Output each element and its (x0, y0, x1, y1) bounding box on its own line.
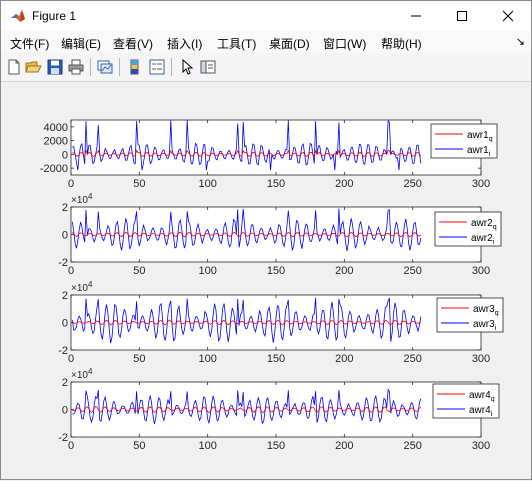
x-tick-label: 200 (335, 178, 353, 190)
x-tick-label: 250 (403, 353, 421, 365)
title-bar[interactable]: Figure 1 (1, 1, 531, 31)
y-tick-label: 2 (62, 202, 68, 214)
x-tick-label: 250 (403, 178, 421, 190)
y-exponent-power: 4 (88, 367, 93, 376)
x-tick-label: 0 (68, 265, 74, 277)
menu-window[interactable]: 窗口(W) (323, 35, 366, 52)
y-exponent-power: 4 (88, 280, 93, 289)
property-inspector-icon[interactable] (199, 58, 217, 76)
menu-desktop[interactable]: 桌面(D) (269, 35, 310, 52)
menu-file[interactable]: 文件(F) (10, 35, 49, 52)
close-icon (502, 10, 514, 22)
x-tick-label: 50 (133, 178, 145, 190)
x-tick-label: 0 (68, 353, 74, 365)
x-tick-label: 50 (133, 440, 145, 452)
minimize-icon (411, 15, 421, 17)
menu-edit[interactable]: 编辑(E) (61, 35, 101, 52)
legend-label-subscript: q (495, 310, 499, 317)
y-tick-label: -2 (58, 432, 68, 444)
y-exponent-label: ×104 (71, 280, 93, 294)
subplot-3: 0 50 100 150 200 250 300-202×104awr3qawr3i (58, 280, 504, 365)
x-tick-label: 300 (472, 440, 490, 452)
new-figure-icon[interactable] (5, 58, 23, 76)
legend: awr4qawr4i (432, 383, 500, 419)
x-tick-label: 250 (403, 265, 421, 277)
legend-label-subscript: q (491, 396, 495, 403)
y-exponent-label: ×104 (71, 192, 93, 206)
maximize-button[interactable] (439, 1, 485, 31)
y-tick-label: 2 (62, 290, 68, 302)
y-tick-label: -2 (58, 345, 68, 357)
menu-help[interactable]: 帮助(H) (381, 35, 422, 52)
subplot-4: 0 50 100 150 200 250 300-202×104awr4qawr4i (58, 367, 500, 452)
legend-label-subscript: q (489, 136, 493, 143)
legend: awr2qawr2i (434, 211, 502, 247)
menu-bar: 文件(F) 编辑(E) 查看(V) 插入(I) 工具(T) 桌面(D) 窗口(W… (1, 31, 531, 53)
dock-arrow-icon[interactable]: ↘ (516, 35, 525, 48)
maximize-icon (457, 11, 467, 21)
toolbar (1, 53, 531, 82)
print-icon[interactable] (67, 58, 85, 76)
x-tick-label: 100 (198, 353, 216, 365)
link-plot-icon[interactable] (96, 58, 114, 76)
x-tick-label: 0 (68, 178, 74, 190)
figure-window: Figure 1 文件(F) 编辑(E) 查看(V) 插入(I) 工具(T) 桌… (0, 0, 532, 480)
x-tick-label: 0 (68, 440, 74, 452)
toolbar-separator (90, 58, 91, 76)
y-tick-label: 4000 (44, 122, 68, 134)
insert-legend-icon[interactable] (148, 58, 166, 76)
y-exponent-power: 4 (88, 192, 93, 201)
x-tick-label: 50 (133, 265, 145, 277)
y-tick-label: 0 (62, 230, 68, 242)
y-exponent-label: ×104 (71, 367, 93, 381)
y-tick-label: -2 (58, 257, 68, 269)
save-icon[interactable] (46, 58, 64, 76)
x-tick-label: 200 (335, 353, 353, 365)
x-tick-label: 100 (198, 178, 216, 190)
matlab-logo-icon (11, 10, 25, 22)
open-folder-icon[interactable] (25, 58, 43, 76)
axes-box (70, 119, 482, 176)
y-tick-label: 0 (62, 405, 68, 417)
menu-tools[interactable]: 工具(T) (217, 35, 256, 52)
subplot-1: 0 50 100 150 200 250 300-2000020004000awr1qawr… (40, 119, 498, 190)
legend: awr1qawr1i (430, 123, 498, 159)
x-tick-label: 300 (472, 178, 490, 190)
y-tick-label: 0 (62, 318, 68, 330)
x-tick-label: 100 (198, 440, 216, 452)
legend-label-subscript: q (493, 224, 497, 231)
x-tick-label: 150 (267, 440, 285, 452)
toolbar-separator (119, 58, 120, 76)
figure-canvas[interactable]: 0 50 100 150 200 250 300 -2000 0 2000 4000 awr1q awr… (3, 82, 529, 478)
x-tick-label: 300 (472, 265, 490, 277)
x-tick-label: 200 (335, 265, 353, 277)
menu-view[interactable]: 查看(V) (113, 35, 153, 52)
x-tick-label: 300 (472, 353, 490, 365)
y-tick-label: 0 (62, 149, 68, 161)
y-tick-label: -2000 (40, 163, 68, 175)
x-tick-label: 150 (267, 353, 285, 365)
window-title: Figure 1 (32, 9, 77, 23)
y-tick-label: 2000 (44, 136, 68, 148)
x-tick-label: 100 (198, 265, 216, 277)
insert-colorbar-icon[interactable] (126, 58, 144, 76)
x-tick-label: 200 (335, 440, 353, 452)
plot-area: 0 50 100 150 200 250 300-2000020004000awr1qawr… (40, 119, 504, 452)
x-tick-label: 150 (267, 265, 285, 277)
toolbar-separator (171, 58, 172, 76)
minimize-button[interactable] (393, 1, 439, 31)
close-button[interactable] (485, 1, 531, 31)
x-tick-label: 50 (133, 353, 145, 365)
x-tick-label: 150 (267, 178, 285, 190)
axes-box (70, 381, 482, 438)
edit-plot-arrow-icon[interactable] (178, 58, 196, 76)
menu-insert[interactable]: 插入(I) (167, 35, 202, 52)
legend: awr3qawr3i (436, 297, 504, 333)
x-tick-label: 250 (403, 440, 421, 452)
y-tick-label: 2 (62, 377, 68, 389)
subplot-2: 0 50 100 150 200 250 300-202×104awr2qawr2i (58, 192, 502, 277)
